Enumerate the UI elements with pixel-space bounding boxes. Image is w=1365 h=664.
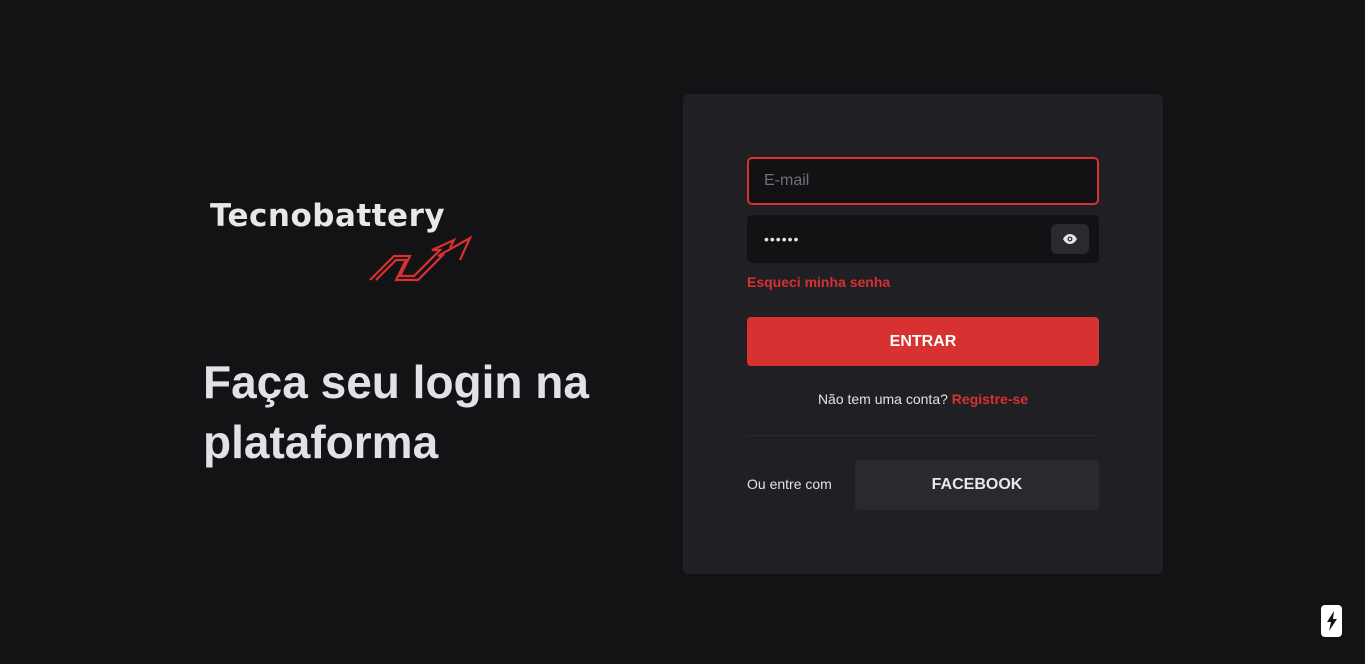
facebook-login-button[interactable]: FACEBOOK (855, 460, 1099, 510)
toggle-password-visibility-button[interactable] (1051, 224, 1089, 254)
email-field-wrapper (747, 157, 1099, 205)
social-login-label: Ou entre com (747, 476, 832, 492)
forgot-password-link[interactable]: Esqueci minha senha (747, 274, 890, 290)
headline-line-1: Faça seu login na (203, 356, 589, 408)
register-link[interactable]: Registre-se (952, 391, 1028, 407)
register-prompt-text: Não tem uma conta? (817, 391, 948, 407)
login-page: Tecnobattery Faça seu login na plataform… (0, 0, 1365, 664)
password-field-wrapper (747, 215, 1099, 263)
floating-badge[interactable] (1321, 605, 1342, 637)
login-card: Esqueci minha senha ENTRAR Não tem uma c… (683, 94, 1163, 574)
brand-name: Tecnobattery (210, 198, 446, 234)
register-prompt: Não tem uma conta? Registre-se (747, 391, 1099, 407)
divider (747, 435, 1099, 436)
email-field[interactable] (749, 159, 1097, 203)
headline-line-2: plataforma (203, 416, 439, 468)
trend-arrow-icon (369, 235, 473, 282)
login-submit-button[interactable]: ENTRAR (747, 317, 1099, 366)
eye-icon (1063, 234, 1077, 244)
brand-logo: Tecnobattery (204, 196, 484, 286)
page-headline: Faça seu login na plataforma (203, 352, 623, 472)
lightning-bolt-icon (1326, 611, 1337, 631)
password-field[interactable] (749, 217, 1097, 261)
